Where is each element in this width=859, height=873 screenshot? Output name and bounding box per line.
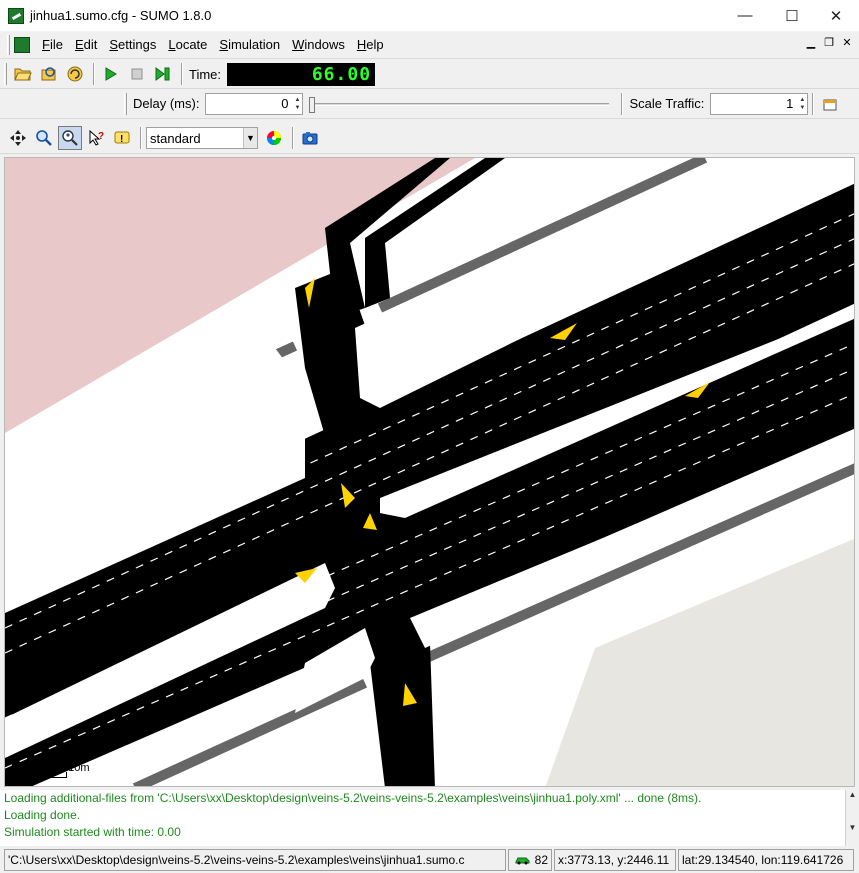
svg-text:!: ! [120, 134, 123, 145]
toolbar-grip[interactable] [4, 63, 7, 85]
camera-icon[interactable] [298, 126, 322, 150]
menu-file-mnemonic: F [42, 37, 50, 52]
message-log[interactable]: Loading additional-files from 'C:\Users\… [0, 790, 846, 846]
menu-windows-mnemonic: W [292, 37, 305, 52]
menu-edit[interactable]: Edit [69, 37, 103, 52]
mdi-buttons: ▁ ❐ ✕ [803, 35, 855, 51]
vehicle-count-field: 82 [508, 849, 552, 871]
log-line: Simulation started with time: 0.00 [4, 825, 181, 839]
help-pointer-icon[interactable]: ? [84, 126, 108, 150]
scale-traffic-spinner[interactable]: 1 ▲ ▼ [710, 92, 809, 115]
maximize-button[interactable]: ☐ [769, 0, 815, 31]
scale-bar-length: 10m [68, 762, 90, 774]
sumo-app-icon [8, 7, 24, 24]
slider-thumb[interactable] [309, 96, 316, 113]
menu-file-label: ile [49, 37, 63, 52]
scale-bar: 0 10m [11, 762, 90, 778]
close-button[interactable]: ✕ [813, 0, 859, 31]
menu-bar: File Edit Settings Locate Simulation Win… [0, 31, 859, 59]
delay-label: Delay (ms): [133, 96, 200, 111]
toolbar-separator [140, 127, 142, 149]
delay-spinner[interactable]: 0 ▲ ▼ [205, 92, 304, 115]
time-display[interactable]: 66.00 [227, 62, 376, 86]
toolbar-separator [812, 92, 815, 115]
recenter-view-icon[interactable] [6, 126, 30, 150]
time-label: Time: [189, 66, 222, 82]
new-window-icon[interactable] [818, 92, 842, 116]
stop-icon[interactable] [125, 62, 149, 86]
log-line: Loading additional-files from 'C:\Users\… [4, 791, 702, 805]
scale-traffic-value: 1 [786, 96, 794, 111]
delay-toolbar: Delay (ms): 0 ▲ ▼ Scale Traffic: 1 ▲ ▼ [0, 89, 859, 119]
delay-value: 0 [281, 96, 289, 111]
menu-settings-mnemonic: S [109, 37, 119, 52]
geo-coordinates: lat:29.134540, lon:119.641726 [678, 849, 854, 871]
menu-windows-label: indows [304, 37, 345, 52]
toolbar-separator [292, 127, 294, 149]
mdi-restore-icon[interactable]: ❐ [821, 35, 837, 51]
slider-track [309, 102, 610, 106]
cursor-coordinates: x:3773.13, y:2446.11 [554, 849, 676, 871]
simulation-toolbar: Time: 66.00 [0, 60, 859, 89]
menu-locate-label: ocate [175, 37, 208, 52]
color-wheel-icon[interactable] [262, 126, 286, 150]
mdi-close-icon[interactable]: ✕ [839, 35, 855, 51]
menu-file[interactable]: File [36, 37, 69, 52]
menu-help-label: elp [366, 37, 384, 52]
document-icon[interactable] [14, 36, 30, 53]
minimize-button[interactable]: — [722, 0, 768, 31]
menu-windows[interactable]: Windows [286, 37, 351, 52]
reload-config-icon[interactable] [37, 62, 61, 86]
window-title: jinhua1.sumo.cfg - SUMO 1.8.0 [30, 8, 212, 23]
scroll-up-icon[interactable]: ▲ [846, 790, 859, 799]
scheme-select[interactable]: standard ▼ [146, 127, 258, 149]
network-view[interactable]: 0 10m [4, 157, 855, 787]
status-path: 'C:\Users\xx\Desktop\design\veins-5.2\ve… [4, 849, 506, 871]
mdi-minimize-icon[interactable]: ▁ [803, 35, 819, 51]
spinner-arrows-icon[interactable]: ▲ ▼ [295, 96, 301, 112]
menu-settings[interactable]: Settings [103, 37, 162, 52]
toolbar-separator [621, 92, 624, 115]
land-polygon [545, 538, 854, 786]
vehicle-count: 82 [534, 853, 548, 867]
toolbar-grip[interactable] [124, 92, 127, 115]
menu-locate[interactable]: Locate [162, 37, 213, 52]
menu-help[interactable]: Help [351, 37, 390, 52]
menu-grip[interactable] [7, 34, 10, 55]
status-bar: 'C:\Users\xx\Desktop\design\veins-5.2\ve… [0, 847, 859, 873]
scale-bar-zero: 0 [11, 762, 18, 774]
scale-bar-line [11, 772, 67, 778]
chevron-down-icon[interactable]: ▼ [243, 128, 257, 148]
log-scrollbar[interactable]: ▲ ▼ [845, 790, 859, 846]
zoom-icon[interactable] [32, 126, 56, 150]
view-toolbar: ? ! standard ▼ [0, 123, 859, 154]
scheme-selected-value: standard [150, 130, 201, 146]
title-bar: jinhua1.sumo.cfg - SUMO 1.8.0 — ☐ ✕ [0, 0, 859, 31]
car-icon [515, 857, 530, 865]
scroll-down-icon[interactable]: ▼ [846, 823, 859, 832]
svg-text:?: ? [98, 131, 104, 142]
log-line: Loading done. [4, 808, 81, 822]
scale-traffic-label: Scale Traffic: [629, 96, 705, 111]
reload-icon[interactable] [63, 62, 87, 86]
menu-simulation[interactable]: Simulation [213, 37, 286, 52]
menu-edit-label: dit [83, 37, 98, 52]
open-folder-icon[interactable] [11, 62, 35, 86]
menu-simulation-label: imulation [228, 37, 281, 52]
menu-help-mnemonic: H [356, 37, 367, 52]
network-canvas[interactable] [5, 158, 855, 787]
toolbar-separator [181, 63, 183, 85]
toolbar-separator [93, 63, 95, 85]
menu-settings-label: ettings [118, 37, 157, 52]
warning-icon[interactable]: ! [110, 126, 134, 150]
step-icon[interactable] [151, 62, 175, 86]
menu-locate-mnemonic: L [168, 37, 176, 52]
menu-edit-mnemonic: E [74, 37, 84, 52]
locate-icon[interactable] [58, 126, 82, 150]
delay-slider[interactable] [309, 93, 610, 115]
run-icon[interactable] [99, 62, 123, 86]
menu-simulation-mnemonic: S [219, 37, 229, 52]
spinner-arrows-icon[interactable]: ▲ ▼ [799, 96, 805, 112]
